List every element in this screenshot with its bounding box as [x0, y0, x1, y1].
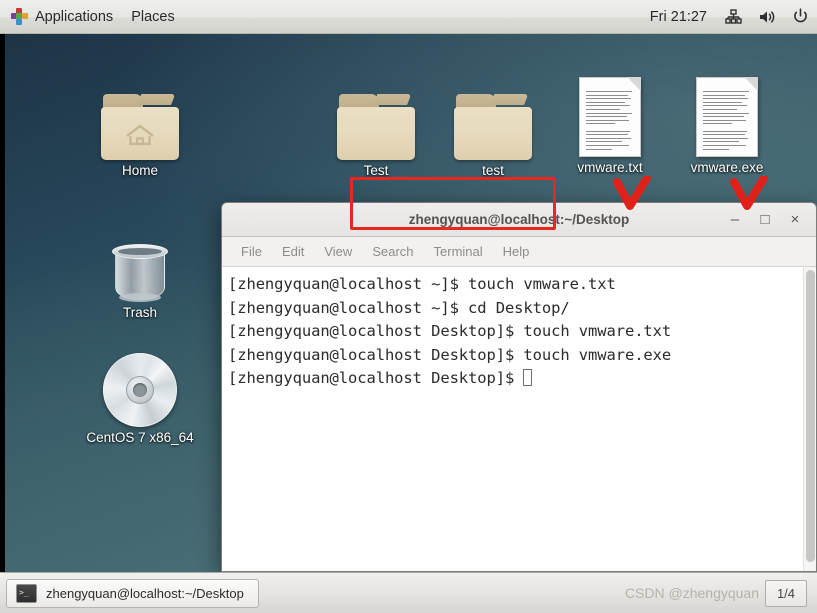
terminal-cursor: [523, 369, 533, 386]
desktop-icon-centos-disc[interactable]: CentOS 7 x86_64: [76, 337, 204, 445]
maximize-icon[interactable]: □: [750, 207, 780, 233]
terminal-output[interactable]: [zhengyquan@localhost ~]$ touch vmware.t…: [222, 267, 803, 571]
menu-file[interactable]: File: [232, 241, 271, 262]
terminal-icon: [16, 583, 37, 603]
network-icon[interactable]: [717, 8, 750, 25]
desktop-icon-label: vmware.txt: [577, 160, 643, 175]
watermark: CSDN @zhengyquan: [624, 585, 759, 601]
top-panel: Applications Places Fri 21:27: [0, 0, 817, 34]
menu-search[interactable]: Search: [363, 241, 422, 262]
desktop-icon-trash[interactable]: Trash: [76, 212, 204, 320]
terminal-title: zhengyquan@localhost:~/Desktop: [408, 212, 630, 227]
desktop-icon-label: Trash: [122, 305, 157, 320]
scrollbar-thumb[interactable]: [805, 270, 815, 562]
terminal-window[interactable]: zhengyquan@localhost:~/Desktop – □ × Fil…: [221, 202, 817, 572]
desktop-icon-vmware-exe[interactable]: vmware.exe: [663, 67, 791, 175]
menu-help[interactable]: Help: [494, 241, 539, 262]
document-icon: [663, 67, 791, 157]
menu-edit[interactable]: Edit: [273, 241, 313, 262]
places-menu[interactable]: Places: [122, 0, 184, 33]
desktop-icon-test-lower[interactable]: test: [429, 70, 557, 178]
window-controls: – □ ×: [720, 203, 810, 236]
folder-icon: [429, 70, 557, 160]
clock[interactable]: Fri 21:27: [640, 0, 717, 33]
desktop-icon-home[interactable]: Home: [76, 70, 204, 178]
menu-terminal[interactable]: Terminal: [425, 241, 492, 262]
desktop-icon-label: test: [482, 163, 504, 178]
terminal-scrollbar[interactable]: [803, 267, 816, 571]
folder-home-icon: [76, 70, 204, 160]
volume-icon[interactable]: [750, 9, 784, 25]
document-icon: [546, 67, 674, 157]
desktop-icon-vmware-txt[interactable]: vmware.txt: [546, 67, 674, 175]
desktop-area[interactable]: Home Test test vmware.txt vmware.exe Tra…: [5, 34, 817, 572]
trash-icon: [76, 212, 204, 302]
workspace-switcher[interactable]: 1/4: [765, 579, 807, 607]
minimize-icon[interactable]: –: [720, 207, 750, 233]
applications-icon: [11, 8, 28, 25]
desktop-icon-test-upper[interactable]: Test: [312, 70, 440, 178]
menu-view[interactable]: View: [315, 241, 361, 262]
desktop-screen: Applications Places Fri 21:27 Home Test …: [0, 0, 817, 613]
terminal-titlebar[interactable]: zhengyquan@localhost:~/Desktop – □ ×: [222, 203, 816, 237]
terminal-line: [zhengyquan@localhost Desktop]$ touch vm…: [228, 345, 672, 364]
terminal-line: [zhengyquan@localhost ~]$ cd Desktop/: [228, 298, 570, 317]
terminal-line: [zhengyquan@localhost Desktop]$: [228, 369, 524, 387]
disc-icon: [76, 337, 204, 427]
desktop-icon-label: Test: [363, 163, 389, 178]
desktop-icon-label: CentOS 7 x86_64: [86, 430, 194, 445]
taskbar: zhengyquan@localhost:~/Desktop CSDN @zhe…: [0, 572, 817, 613]
taskbar-window-label: zhengyquan@localhost:~/Desktop: [46, 585, 244, 601]
power-icon[interactable]: [784, 8, 817, 25]
applications-label: Applications: [35, 8, 114, 25]
terminal-body[interactable]: [zhengyquan@localhost ~]$ touch vmware.t…: [222, 267, 816, 571]
folder-icon: [312, 70, 440, 160]
terminal-line: [zhengyquan@localhost ~]$ touch vmware.t…: [228, 275, 616, 293]
desktop-icon-label: Home: [121, 163, 158, 178]
terminal-menubar: File Edit View Search Terminal Help: [222, 237, 816, 267]
close-icon[interactable]: ×: [780, 207, 810, 233]
terminal-line: [zhengyquan@localhost Desktop]$ touch vm…: [228, 322, 672, 340]
applications-menu[interactable]: Applications: [0, 0, 122, 33]
taskbar-window-button[interactable]: zhengyquan@localhost:~/Desktop: [6, 578, 259, 608]
desktop-icon-label: vmware.exe: [690, 160, 764, 175]
